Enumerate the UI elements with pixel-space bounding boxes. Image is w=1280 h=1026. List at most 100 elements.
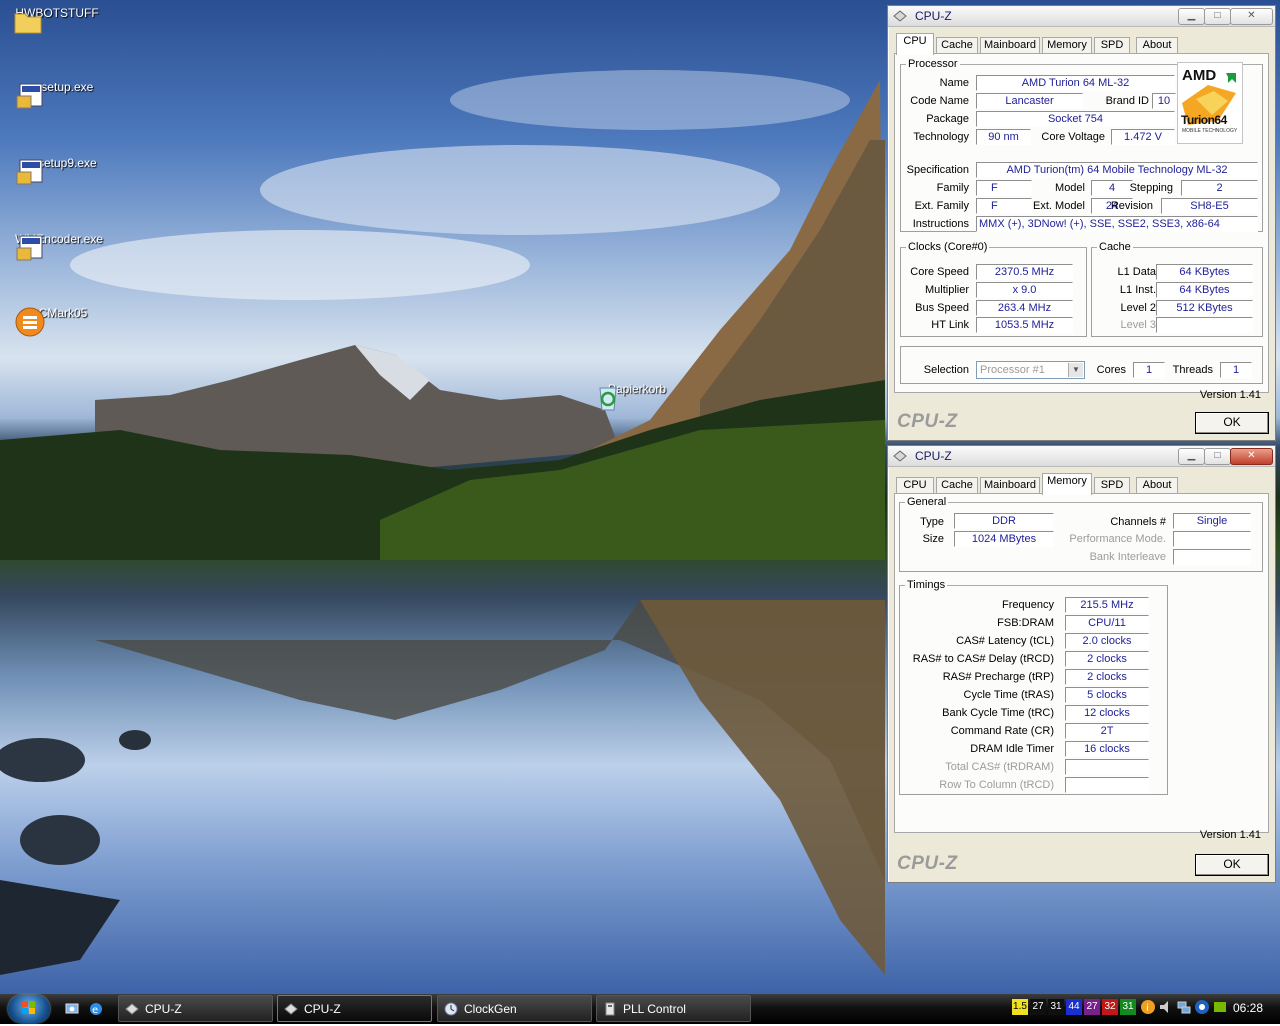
mobile-technology-text: MOBILE TECHNOLOGY (1182, 128, 1238, 134)
multiplier-value: x 9.0 (976, 282, 1073, 298)
group-legend: Timings (907, 579, 946, 591)
timing-value: 5 clocks (1065, 687, 1149, 703)
timing-label: RAS# Precharge (tRP) (942, 671, 1054, 683)
core-speed-label: Core Speed (910, 266, 969, 278)
desktop-icon-mpsetup9[interactable]: mpsetup9.exe (14, 156, 104, 185)
cpuz-window-cpu[interactable]: CPU-Z ▁ □ ✕ CPU Cache Mainboard Memory S… (887, 5, 1276, 441)
family-value: F (976, 180, 1032, 196)
instructions-value: MMX (+), 3DNow! (+), SSE, SSE2, SSE3, x8… (976, 216, 1258, 232)
taskbar-button-label: CPU-Z (304, 1002, 341, 1016)
selection-label: Selection (923, 364, 969, 376)
ext-family-value: F (976, 198, 1032, 214)
timing-label: Command Rate (CR) (950, 725, 1054, 737)
tray-temperature-badge[interactable]: 31 (1120, 999, 1136, 1015)
security-icon[interactable] (1194, 999, 1210, 1015)
stepping-label: Stepping (1129, 182, 1173, 194)
desktop-icon-recycle-bin[interactable]: Papierkorb (592, 382, 682, 411)
tab-memory[interactable]: Memory (1042, 473, 1092, 495)
core-speed-value: 2370.5 MHz (976, 264, 1073, 280)
internet-explorer-icon[interactable]: e (88, 1001, 104, 1017)
version-label: Version 1.41 (1199, 829, 1261, 841)
bank-interleave-value (1173, 549, 1251, 565)
timing-value: 12 clocks (1065, 705, 1149, 721)
timing-value (1065, 759, 1149, 775)
stepping-value: 2 (1181, 180, 1258, 196)
volume-icon[interactable] (1158, 999, 1174, 1015)
folder-icon (14, 13, 42, 34)
info-icon[interactable]: i (1140, 999, 1156, 1015)
processor-select[interactable]: Processor #1 ▼ (976, 361, 1085, 379)
timing-label: Total CAS# (tRDRAM) (945, 761, 1054, 773)
ht-link-label: HT Link (931, 319, 969, 331)
tab-cpu[interactable]: CPU (896, 477, 934, 494)
cpuz-window-memory[interactable]: CPU-Z ▁ □ ✕ CPU Cache Mainboard Memory S… (887, 445, 1276, 883)
tab-cache[interactable]: Cache (936, 37, 978, 54)
title-bar[interactable]: CPU-Z ▁ □ ✕ (888, 6, 1275, 27)
maximize-button[interactable]: □ (1204, 448, 1231, 465)
timing-label: DRAM Idle Timer (970, 743, 1054, 755)
threads-value: 1 (1220, 362, 1252, 378)
desktop-icon-mpsetup[interactable]: mpsetup.exe (14, 80, 104, 109)
tray-temperature-badge[interactable]: 1.5 (1012, 999, 1028, 1015)
level2-value: 512 KBytes (1156, 300, 1253, 316)
network-icon[interactable] (1176, 999, 1192, 1015)
footer-bar: CPU-Z OK (888, 844, 1275, 882)
installer-icon (16, 83, 43, 109)
timing-label: Row To Column (tRCD) (939, 779, 1054, 791)
close-button[interactable]: ✕ (1230, 448, 1273, 465)
type-label: Type (920, 516, 944, 528)
taskbar-button-cpuz-1[interactable]: CPU-Z (118, 995, 273, 1022)
group-legend: Cache (1099, 241, 1131, 253)
taskbar-button-pll-control[interactable]: PLL Control (596, 995, 751, 1022)
desktop-icon-pcmark05[interactable]: PCMark05 (14, 306, 104, 337)
timing-label: Cycle Time (tRAS) (963, 689, 1054, 701)
chevron-down-icon[interactable]: ▼ (1068, 363, 1083, 377)
nvidia-icon[interactable] (1212, 999, 1228, 1015)
model-label: Model (1055, 182, 1085, 194)
tab-about[interactable]: About (1136, 477, 1178, 494)
window-title: CPU-Z (915, 449, 952, 463)
level3-value (1156, 317, 1253, 333)
minimize-button[interactable]: ▁ (1178, 8, 1205, 25)
cpuz-app-icon (284, 1003, 298, 1015)
desktop-icon-hwbotstuff[interactable]: HWBOTSTUFF (12, 6, 102, 34)
processor-select-value: Processor #1 (980, 364, 1045, 376)
timing-value: 215.5 MHz (1065, 597, 1149, 613)
tab-mainboard[interactable]: Mainboard (980, 477, 1040, 494)
cpuz-app-icon (893, 450, 907, 462)
tab-spd[interactable]: SPD (1094, 37, 1130, 54)
taskbar-button-label: ClockGen (464, 1002, 517, 1016)
timing-value: CPU/11 (1065, 615, 1149, 631)
brandid-label: Brand ID (1105, 95, 1149, 107)
channels-label: Channels # (1110, 516, 1166, 528)
close-button[interactable]: ✕ (1230, 8, 1273, 25)
taskbar-clock[interactable]: 06:28 (1233, 1001, 1263, 1015)
tray-temperature-badge[interactable]: 32 (1102, 999, 1118, 1015)
tray-temperature-badge[interactable]: 44 (1066, 999, 1082, 1015)
minimize-button[interactable]: ▁ (1178, 448, 1205, 465)
tab-memory[interactable]: Memory (1042, 37, 1092, 54)
bus-speed-value: 263.4 MHz (976, 300, 1073, 316)
tray-temperature-badge[interactable]: 27 (1030, 999, 1046, 1015)
tab-cache[interactable]: Cache (936, 477, 978, 494)
show-desktop-icon[interactable] (64, 1001, 80, 1017)
ext-family-label: Ext. Family (914, 200, 969, 212)
ok-button[interactable]: OK (1195, 412, 1269, 434)
tab-about[interactable]: About (1136, 37, 1178, 54)
maximize-button[interactable]: □ (1204, 8, 1231, 25)
tab-spd[interactable]: SPD (1094, 477, 1130, 494)
title-bar[interactable]: CPU-Z ▁ □ ✕ (888, 446, 1275, 467)
taskbar-button-cpuz-2[interactable]: CPU-Z (277, 995, 432, 1022)
size-label: Size (922, 533, 944, 545)
brandid-value: 10 (1152, 93, 1176, 109)
ok-button[interactable]: OK (1195, 854, 1269, 876)
taskbar-button-clockgen[interactable]: ClockGen (437, 995, 592, 1022)
tray-temperature-badge[interactable]: 31 (1048, 999, 1064, 1015)
tab-mainboard[interactable]: Mainboard (980, 37, 1040, 54)
tray-temperature-badge[interactable]: 27 (1084, 999, 1100, 1015)
bank-interleave-label: Bank Interleave (1089, 551, 1166, 563)
installer-icon (16, 235, 43, 261)
tab-cpu[interactable]: CPU (896, 33, 934, 55)
start-button[interactable] (8, 995, 50, 1023)
desktop-icon-wmencoder[interactable]: WMEncoder.exe (14, 232, 104, 261)
